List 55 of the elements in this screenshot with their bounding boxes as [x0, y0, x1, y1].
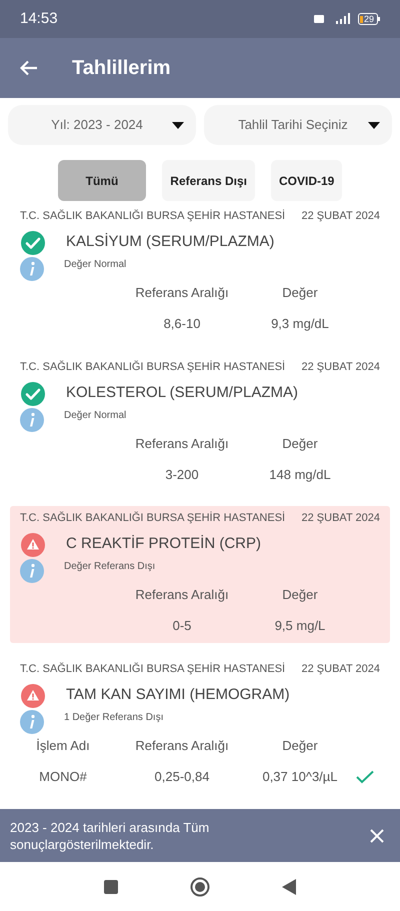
column-header: Referans Aralığı: [134, 434, 230, 453]
warning-icon: [20, 682, 46, 708]
close-icon[interactable]: [370, 828, 384, 842]
hospital-name: T.C. SAĞLIK BAKANLIĞI BURSA ŞEHİR HASTANESİ: [20, 360, 286, 375]
table-cell-text: 3-200: [164, 467, 200, 482]
dropdown-caret-icon: [172, 122, 184, 128]
result-note: Değer Referans Dışı: [64, 560, 156, 574]
result-date: 22 ŞUBAT 2024: [302, 662, 380, 677]
table-cell-text: 0,37 10^3/µL: [261, 769, 339, 784]
test-name: TAM KAN SAYIMI (HEMOGRAM): [66, 685, 290, 706]
table-cell-text: MONO#: [38, 769, 88, 784]
column-header: İşlem Adı: [35, 736, 91, 755]
hospital-name: T.C. SAĞLIK BAKANLIĞI BURSA ŞEHİR HASTANESİ: [20, 662, 286, 677]
back-arrow-icon[interactable]: [20, 60, 38, 76]
filter-tab[interactable]: Referans Dışı: [162, 160, 255, 201]
column-header: Referans Aralığı: [134, 586, 230, 604]
status-time: 14:53: [20, 8, 58, 29]
dropdown-field[interactable]: Tahlil Tarihi Seçiniz: [204, 105, 392, 145]
result-card[interactable]: T.C. SAĞLIK BAKANLIĞI BURSA ŞEHİR HASTANESİ 22 ŞUBAT 2024 C REAKTİF PROTEİN (CRP) Değer Referans Dışı Referans Aralığı Değer 0-5 9,5 mg/L: [10, 506, 390, 643]
check-circle-icon: [20, 380, 46, 406]
hospital-name: T.C. SAĞLIK BAKANLIĞI BURSA ŞEHİR HASTANESİ: [20, 510, 286, 526]
column-header: Değer: [281, 284, 319, 302]
test-name: C REAKTİF PROTEİN (CRP): [66, 534, 262, 554]
page-title: Tahlillerim: [72, 56, 171, 81]
back-button[interactable]: [282, 878, 296, 894]
table-cell-text: 9,3 mg/dL: [270, 316, 330, 331]
column-header: Değer: [281, 736, 319, 755]
result-note: 1 Değer Referans Dışı: [64, 711, 164, 725]
test-name: KOLESTEROL (SERUM/PLAZMA): [66, 383, 298, 404]
check-circle-icon: [20, 230, 46, 256]
table-cell-text: 148 mg/dL: [268, 467, 332, 482]
table-cell-text: 9,5 mg/L: [274, 618, 326, 633]
dropdown-caret-icon: [368, 122, 380, 128]
column-header: Referans Aralığı: [134, 736, 230, 755]
table-cell-text: 8,6-10: [162, 316, 202, 331]
filter-tab[interactable]: Tümü: [58, 160, 146, 201]
column-header: Referans Aralığı: [134, 284, 230, 302]
table-cell-text: 0-5: [172, 618, 192, 633]
recents-button[interactable]: [104, 880, 118, 894]
dropdown-field[interactable]: Yıl: 2023 - 2024: [8, 105, 196, 145]
column-header: Değer: [281, 586, 319, 604]
column-header: Değer: [281, 434, 319, 453]
result-date: 22 ŞUBAT 2024: [302, 360, 380, 375]
test-name: KALSİYUM (SERUM/PLAZMA): [66, 232, 274, 252]
battery-level: 29: [364, 14, 374, 24]
warning-icon: [20, 532, 46, 558]
result-note: Değer Normal: [64, 258, 126, 272]
snackbar-message: 2023 - 2024 tarihleri arasında Tüm sonuçlargösterilmektedir.: [10, 818, 210, 852]
result-date: 22 ŞUBAT 2024: [302, 511, 380, 526]
result-date: 22 ŞUBAT 2024: [302, 209, 380, 224]
table-cell-text: 0,25-0,84: [154, 769, 210, 784]
result-note: Değer Normal: [64, 409, 126, 423]
home-button[interactable]: [190, 876, 210, 896]
filter-tab[interactable]: COVID-19: [271, 160, 342, 201]
hospital-name: T.C. SAĞLIK BAKANLIĞI BURSA ŞEHİR HASTANESİ: [20, 208, 286, 224]
